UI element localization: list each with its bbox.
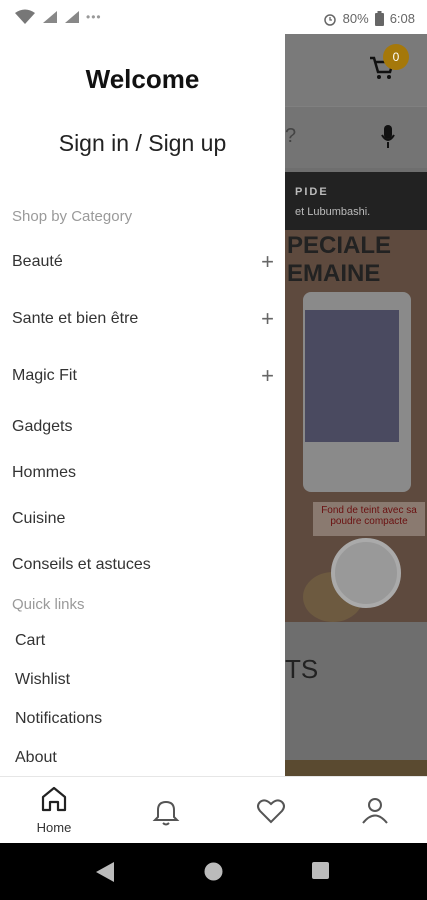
system-navigation-bar	[0, 843, 427, 900]
clock: 6:08	[389, 11, 415, 26]
promo-banner-image: PIDE et Lubumbashi. PECIALE EMAINE Fond …	[285, 172, 427, 622]
cart-count-badge: 0	[383, 44, 409, 70]
status-bar: ••• 80% 6:08	[0, 0, 427, 34]
signal-icon	[43, 11, 57, 23]
background-app-overlay[interactable]: 0 ? PIDE et Lubumbashi. PECIALE EMAINE F…	[285, 34, 427, 776]
expand-plus-icon[interactable]: +	[261, 251, 274, 273]
promo-text: PECIALE EMAINE	[285, 232, 427, 288]
category-label: Gadgets	[12, 418, 73, 435]
category-cuisine[interactable]: Cuisine	[12, 507, 274, 531]
bell-icon	[152, 800, 180, 826]
background-search-bar: ?	[285, 106, 427, 168]
quick-link-about[interactable]: About	[15, 749, 57, 767]
category-conseils[interactable]: Conseils et astuces	[12, 553, 274, 577]
promo-line-1: PECIALE	[287, 232, 392, 259]
quick-link-cart[interactable]: Cart	[15, 632, 45, 650]
home-icon	[41, 786, 67, 812]
model-photo	[305, 310, 399, 442]
tab-home[interactable]: Home	[24, 785, 84, 835]
microphone-icon	[381, 125, 395, 148]
tab-home-label: Home	[36, 820, 72, 835]
navigation-drawer: Welcome Sign in / Sign up Shop by Catego…	[0, 34, 285, 776]
sign-in-link[interactable]: Sign in / Sign up	[0, 130, 285, 157]
bottom-navigation: Home	[0, 776, 427, 843]
quick-link-notifications[interactable]: Notifications	[15, 710, 102, 728]
tab-account[interactable]	[345, 785, 405, 830]
tab-wishlist[interactable]	[241, 785, 301, 830]
signal-icon-2	[65, 11, 79, 23]
category-label: Beauté	[12, 253, 63, 270]
category-magic-fit[interactable]: Magic Fit +	[12, 364, 274, 388]
product-thumbnails	[285, 760, 427, 776]
category-beaute[interactable]: Beauté +	[12, 250, 274, 274]
category-label: Sante et bien être	[12, 310, 139, 327]
promo-line-2: EMAINE	[287, 260, 381, 287]
banner-line-1: PIDE	[295, 186, 329, 198]
quick-links-label: Quick links	[12, 596, 85, 613]
alarm-icon	[323, 13, 336, 26]
quick-link-wishlist[interactable]: Wishlist	[15, 671, 70, 689]
heart-icon	[257, 799, 285, 824]
background-header: 0	[285, 34, 427, 106]
expand-plus-icon[interactable]: +	[261, 365, 274, 387]
battery-percent: 80%	[342, 11, 369, 26]
search-icon-partial: ?	[285, 125, 297, 147]
compact-image	[331, 538, 401, 608]
category-label: Cuisine	[12, 510, 66, 527]
welcome-title: Welcome	[85, 64, 200, 94]
category-label: Hommes	[12, 464, 77, 481]
section-heading-partial: TS	[285, 654, 319, 684]
banner-strip: PIDE et Lubumbashi.	[285, 172, 427, 230]
user-icon	[362, 798, 388, 824]
more-notifications-icon: •••	[86, 10, 102, 24]
product-label: Fond de teint avec sa poudre compacte	[313, 502, 425, 536]
battery-icon	[374, 11, 384, 26]
category-sante[interactable]: Sante et bien être +	[12, 307, 274, 331]
back-icon[interactable]	[96, 862, 114, 882]
category-gadgets[interactable]: Gadgets	[12, 415, 274, 439]
banner-line-2: et Lubumbashi.	[295, 206, 371, 218]
wifi-icon	[15, 9, 35, 24]
category-hommes[interactable]: Hommes	[12, 461, 274, 485]
category-label: Magic Fit	[12, 367, 77, 384]
home-button-icon[interactable]	[204, 862, 223, 881]
tab-notifications[interactable]	[136, 785, 196, 832]
shop-by-category-label: Shop by Category	[12, 208, 133, 225]
recents-icon[interactable]	[312, 862, 329, 879]
category-label: Conseils et astuces	[12, 556, 151, 573]
expand-plus-icon[interactable]: +	[261, 308, 274, 330]
